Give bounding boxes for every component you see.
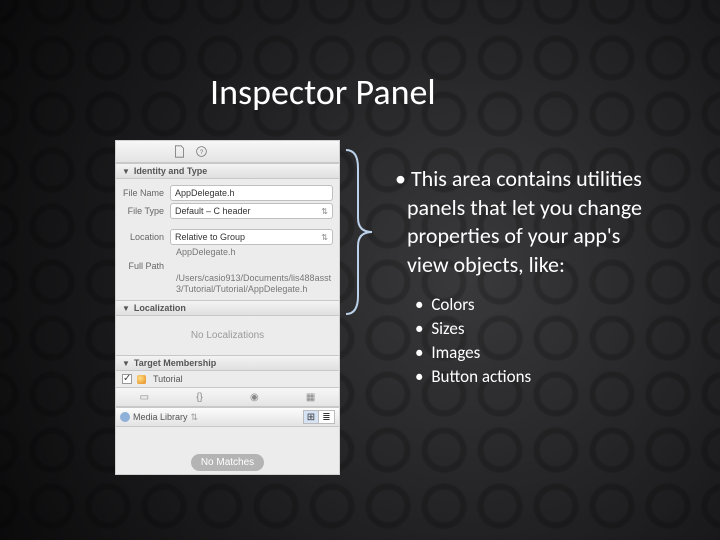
file-template-tab-icon[interactable]: ▭	[140, 392, 149, 403]
target-membership-row[interactable]: Tutorial	[116, 371, 339, 387]
library-tabbar[interactable]: ▭ {} ◉ ▦	[116, 387, 339, 407]
list-view-icon[interactable]: ≣	[319, 410, 335, 424]
sub-bullet: Images	[429, 341, 655, 365]
code-snippet-tab-icon[interactable]: {}	[196, 392, 203, 403]
file-name-field[interactable]: AppDelegate.h	[170, 185, 333, 201]
library-content-area: No Matches	[116, 427, 339, 474]
sub-bullet-list: Colors Sizes Images Button actions	[395, 293, 655, 388]
checkbox-icon[interactable]	[122, 374, 132, 384]
file-type-label: File Type	[122, 206, 170, 216]
section-identity-header[interactable]: ▼ Identity and Type	[116, 163, 339, 179]
file-name-value: AppDelegate.h	[175, 188, 235, 198]
slide-title: Inspector Panel	[210, 70, 436, 114]
sub-bullet: Colors	[429, 293, 655, 317]
location-value: Relative to Group	[175, 232, 245, 242]
inspector-panel: ? ▼ Identity and Type File Name AppDeleg…	[115, 140, 340, 475]
full-path-label: Full Path	[122, 261, 170, 271]
inspector-tabbar[interactable]: ?	[116, 141, 339, 163]
app-target-icon	[137, 375, 146, 384]
sub-bullet: Sizes	[429, 317, 655, 341]
location-path: AppDelegate.h	[122, 247, 333, 259]
no-localizations-text: No Localizations	[116, 316, 339, 355]
svg-text:?: ?	[199, 149, 203, 156]
media-icon	[120, 412, 130, 422]
disclosure-triangle-icon: ▼	[122, 304, 130, 313]
section-localization-label: Localization	[134, 303, 186, 313]
location-label: Location	[122, 232, 170, 242]
location-field[interactable]: Relative to Group ⇅	[170, 229, 333, 245]
section-identity-label: Identity and Type	[134, 166, 207, 176]
dropdown-arrows-icon: ⇅	[321, 233, 328, 242]
file-name-label: File Name	[122, 188, 170, 198]
media-library-label: Media Library	[133, 412, 188, 422]
no-matches-badge: No Matches	[191, 454, 264, 471]
grid-view-icon[interactable]: ⊞	[303, 410, 319, 424]
full-path-value: /Users/casio913/Documents/lis488asst3/Tu…	[122, 273, 333, 296]
dropdown-arrows-icon: ⇅	[321, 207, 328, 216]
disclosure-triangle-icon: ▼	[122, 167, 130, 176]
lead-bullet: This area contains utilities panels that…	[395, 165, 655, 279]
file-type-value: Default – C header	[175, 206, 251, 216]
file-type-field[interactable]: Default – C header ⇅	[170, 203, 333, 219]
sub-bullet: Button actions	[429, 365, 655, 389]
section-target-header[interactable]: ▼ Target Membership	[116, 355, 339, 371]
view-mode-segmented[interactable]: ⊞ ≣	[303, 410, 335, 424]
media-tab-icon[interactable]: ▦	[306, 392, 315, 403]
disclosure-triangle-icon: ▼	[122, 359, 130, 368]
help-icon[interactable]: ?	[194, 145, 208, 159]
target-name: Tutorial	[153, 374, 183, 384]
section-localization-header[interactable]: ▼ Localization	[116, 300, 339, 316]
dropdown-arrows-icon[interactable]: ⇅	[191, 412, 199, 423]
section-target-label: Target Membership	[134, 358, 216, 368]
slide-body: This area contains utilities panels that…	[395, 165, 655, 389]
object-tab-icon[interactable]: ◉	[250, 392, 259, 403]
file-icon[interactable]	[172, 145, 186, 159]
callout-brace	[342, 148, 374, 316]
media-library-bar: Media Library ⇅ ⊞ ≣	[116, 407, 339, 427]
